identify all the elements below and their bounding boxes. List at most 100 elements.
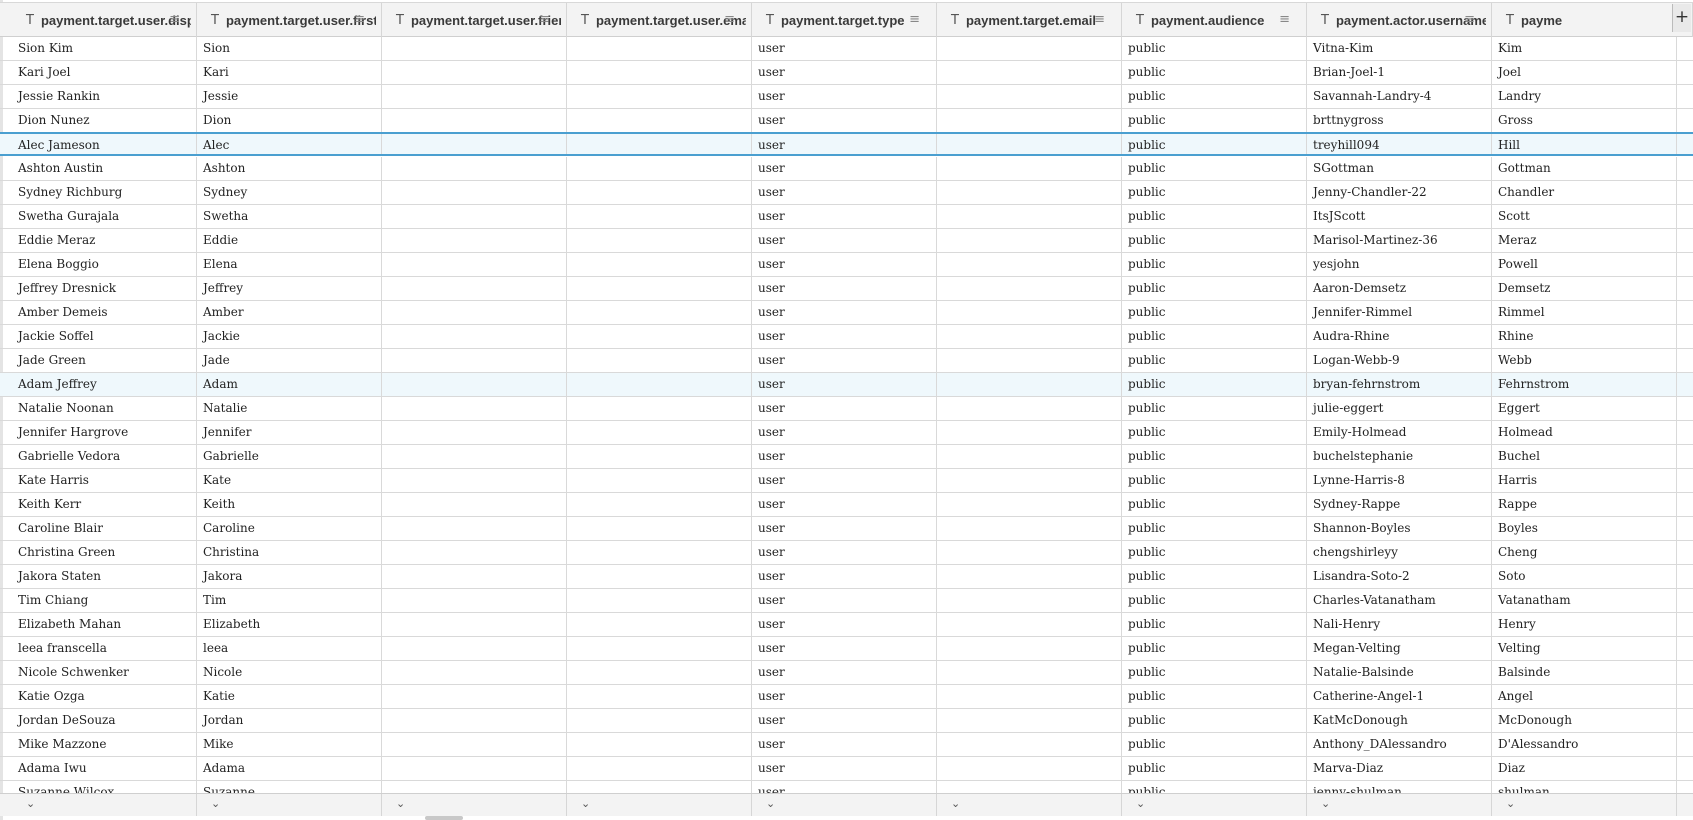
table-cell[interactable] bbox=[382, 469, 567, 492]
table-cell[interactable] bbox=[382, 325, 567, 348]
table-cell[interactable]: Jeffrey bbox=[197, 277, 382, 300]
table-cell[interactable] bbox=[567, 469, 752, 492]
table-cell[interactable]: Savannah-Landry-4 bbox=[1307, 85, 1492, 108]
chevron-down-icon[interactable]: ⌄ bbox=[211, 797, 220, 810]
table-row[interactable]: Caroline Blair Caroline user public Shannon-… bbox=[0, 517, 1693, 541]
table-cell[interactable]: Natalie Noonan bbox=[12, 397, 197, 420]
table-cell[interactable]: Jackie Soffel bbox=[12, 325, 197, 348]
table-cell[interactable] bbox=[567, 421, 752, 444]
table-row[interactable]: Jackie Soffel Jackie user public Audra-Rhine… bbox=[0, 325, 1693, 349]
table-cell[interactable]: Adama bbox=[197, 757, 382, 780]
table-cell[interactable] bbox=[567, 253, 752, 276]
table-cell[interactable]: Jakora bbox=[197, 565, 382, 588]
table-cell[interactable]: user bbox=[752, 277, 937, 300]
table-cell[interactable]: public bbox=[1122, 205, 1307, 228]
table-row[interactable]: Katie Ozga Katie user public Catherine-Angel… bbox=[0, 685, 1693, 709]
table-cell[interactable] bbox=[382, 757, 567, 780]
table-cell[interactable]: public bbox=[1122, 565, 1307, 588]
column-menu-icon[interactable]: ≡ bbox=[724, 12, 735, 27]
table-cell[interactable] bbox=[567, 661, 752, 684]
table-cell[interactable] bbox=[382, 301, 567, 324]
table-cell[interactable]: Mike Mazzone bbox=[12, 733, 197, 756]
table-cell[interactable]: Angel bbox=[1492, 685, 1677, 708]
table-cell[interactable]: Christina bbox=[197, 541, 382, 564]
table-cell[interactable]: McDonough bbox=[1492, 709, 1677, 732]
table-cell[interactable]: user bbox=[752, 109, 937, 132]
table-cell[interactable] bbox=[937, 733, 1122, 756]
table-cell[interactable] bbox=[382, 157, 567, 180]
table-cell[interactable]: public bbox=[1122, 685, 1307, 708]
table-cell[interactable] bbox=[382, 445, 567, 468]
table-cell[interactable]: Ashton bbox=[197, 157, 382, 180]
table-cell[interactable]: Scott bbox=[1492, 205, 1677, 228]
table-cell[interactable] bbox=[382, 637, 567, 660]
table-cell[interactable]: Amber bbox=[197, 301, 382, 324]
column-menu-icon[interactable]: ≡ bbox=[1094, 12, 1105, 27]
table-cell[interactable]: Powell bbox=[1492, 253, 1677, 276]
table-cell[interactable]: Marisol-Martinez-36 bbox=[1307, 229, 1492, 252]
table-cell[interactable]: Jakora Staten bbox=[12, 565, 197, 588]
table-cell[interactable] bbox=[937, 61, 1122, 84]
table-cell[interactable]: user bbox=[752, 541, 937, 564]
table-cell[interactable]: user bbox=[752, 733, 937, 756]
table-cell[interactable] bbox=[937, 181, 1122, 204]
table-cell[interactable] bbox=[567, 85, 752, 108]
table-cell[interactable] bbox=[567, 325, 752, 348]
table-cell[interactable]: Hill bbox=[1492, 134, 1677, 154]
table-row[interactable]: Kate Harris Kate user public Lynne-Harris-8 H… bbox=[0, 469, 1693, 493]
table-cell[interactable] bbox=[382, 37, 567, 60]
table-cell[interactable]: Henry bbox=[1492, 613, 1677, 636]
table-cell[interactable]: Sion bbox=[197, 37, 382, 60]
table-cell[interactable]: Swetha Gurajala bbox=[12, 205, 197, 228]
table-cell[interactable]: user bbox=[752, 613, 937, 636]
table-cell[interactable] bbox=[937, 685, 1122, 708]
table-cell[interactable]: Sydney Richburg bbox=[12, 181, 197, 204]
table-cell[interactable]: Tim bbox=[197, 589, 382, 612]
table-cell[interactable]: Mike bbox=[197, 733, 382, 756]
table-cell[interactable]: Jordan DeSouza bbox=[12, 709, 197, 732]
table-row[interactable]: Alec Jameson Alec user public treyhill094 Hil… bbox=[0, 132, 1693, 156]
table-cell[interactable] bbox=[937, 277, 1122, 300]
table-cell[interactable] bbox=[382, 61, 567, 84]
table-cell[interactable] bbox=[382, 709, 567, 732]
table-cell[interactable]: Christina Green bbox=[12, 541, 197, 564]
table-cell[interactable] bbox=[382, 205, 567, 228]
table-cell[interactable]: user bbox=[752, 757, 937, 780]
table-cell[interactable] bbox=[937, 325, 1122, 348]
table-cell[interactable]: Nicole bbox=[197, 661, 382, 684]
table-cell[interactable]: public bbox=[1122, 517, 1307, 540]
table-cell[interactable]: user bbox=[752, 589, 937, 612]
table-row[interactable]: Gabrielle Vedora Gabrielle user public buche… bbox=[0, 445, 1693, 469]
table-cell[interactable] bbox=[937, 349, 1122, 372]
table-row[interactable]: Elizabeth Mahan Elizabeth user public Nali-H… bbox=[0, 613, 1693, 637]
table-cell[interactable]: Chandler bbox=[1492, 181, 1677, 204]
table-cell[interactable] bbox=[937, 397, 1122, 420]
data-grid[interactable]: Tpayment.target.user.display_n≡Tpayment.… bbox=[0, 0, 1693, 820]
table-cell[interactable]: public bbox=[1122, 469, 1307, 492]
table-cell[interactable] bbox=[937, 253, 1122, 276]
table-row[interactable]: Kari Joel Kari user public Brian-Joel-1 Joel bbox=[0, 61, 1693, 85]
table-cell[interactable]: Dion bbox=[197, 109, 382, 132]
chevron-down-icon[interactable]: ⌄ bbox=[951, 797, 960, 810]
table-cell[interactable]: Caroline Blair bbox=[12, 517, 197, 540]
table-cell[interactable] bbox=[382, 565, 567, 588]
table-cell[interactable]: public bbox=[1122, 421, 1307, 444]
table-cell[interactable]: public bbox=[1122, 181, 1307, 204]
table-cell[interactable]: Catherine-Angel-1 bbox=[1307, 685, 1492, 708]
table-row[interactable]: Adama Iwu Adama user public Marva-Diaz Diaz bbox=[0, 757, 1693, 781]
table-cell[interactable]: user bbox=[752, 637, 937, 660]
table-cell[interactable] bbox=[382, 181, 567, 204]
column-menu-icon[interactable]: ≡ bbox=[539, 12, 550, 27]
table-cell[interactable]: public bbox=[1122, 733, 1307, 756]
table-cell[interactable]: Harris bbox=[1492, 469, 1677, 492]
table-cell[interactable]: user bbox=[752, 469, 937, 492]
table-row[interactable]: Sion Kim Sion user public Vitna-Kim Kim bbox=[0, 37, 1693, 61]
table-cell[interactable]: Buchel bbox=[1492, 445, 1677, 468]
table-row[interactable]: Natalie Noonan Natalie user public julie-egg… bbox=[0, 397, 1693, 421]
table-cell[interactable]: public bbox=[1122, 661, 1307, 684]
table-cell[interactable]: Gottman bbox=[1492, 157, 1677, 180]
table-cell[interactable]: Gabrielle Vedora bbox=[12, 445, 197, 468]
table-cell[interactable] bbox=[382, 229, 567, 252]
table-cell[interactable] bbox=[567, 445, 752, 468]
table-cell[interactable]: Jade bbox=[197, 349, 382, 372]
